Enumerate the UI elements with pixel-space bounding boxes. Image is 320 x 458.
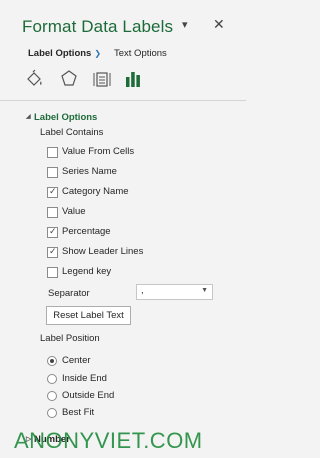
checkbox-label: Legend key — [62, 266, 112, 277]
radio-label: Outside End — [62, 390, 115, 401]
effects-icon[interactable] — [58, 68, 80, 90]
tab-label-options-label: Label Options — [28, 48, 92, 59]
pane-options-dropdown-icon[interactable]: ▾ — [182, 18, 188, 31]
watermark: ANONYVIET.COM — [14, 428, 203, 453]
tab-label-options[interactable]: Label Options ❯ — [28, 48, 101, 59]
radio-button[interactable] — [47, 408, 57, 418]
check-icon: ✓ — [49, 186, 57, 196]
format-data-labels-pane: Format Data Labels ▾ ✕ Label Options ❯ Te… — [0, 0, 246, 458]
radio-label: Inside End — [62, 373, 107, 384]
checkbox-label: Value From Cells — [62, 146, 135, 157]
separator-value: , — [141, 285, 144, 296]
radio-selected-dot — [50, 359, 54, 363]
collapse-triangle-icon: ◢ — [26, 114, 31, 120]
reset-label-text-label: Reset Label Text — [53, 310, 124, 321]
fill-line-icon[interactable] — [24, 68, 46, 90]
radio-button[interactable] — [47, 356, 57, 366]
radio-label: Best Fit — [62, 407, 95, 418]
size-properties-icon[interactable] — [91, 68, 113, 90]
checkbox-box[interactable] — [47, 267, 58, 278]
divider — [0, 100, 246, 101]
checkbox-box[interactable]: ✓ — [47, 246, 58, 258]
checkbox-label: Percentage — [62, 226, 111, 237]
checkbox-label: Series Name — [62, 166, 117, 177]
label-contains-heading: Label Contains — [40, 127, 104, 138]
checkbox-label: Show Leader Lines — [62, 246, 144, 257]
checkbox-label: Category Name — [62, 186, 129, 197]
close-icon[interactable]: ✕ — [213, 16, 225, 33]
chevron-down-icon: ❯ — [94, 49, 102, 58]
radio-button[interactable] — [47, 374, 57, 384]
checkbox-label: Value — [62, 206, 86, 217]
label-position-heading: Label Position — [40, 333, 100, 344]
label-options-section-header[interactable]: ◢ Label Options — [26, 112, 98, 123]
radio-button[interactable] — [47, 391, 57, 401]
reset-label-text-button[interactable]: Reset Label Text — [46, 306, 131, 325]
check-icon: ✓ — [49, 246, 57, 256]
label-options-section-title: Label Options — [34, 112, 98, 123]
dropdown-arrow-icon: ▼ — [201, 287, 208, 294]
tab-text-options[interactable]: Text Options — [114, 48, 167, 59]
checkbox-box[interactable]: ✓ — [47, 226, 58, 238]
checkbox-box[interactable] — [47, 167, 58, 178]
pane-title: Format Data Labels — [22, 17, 174, 36]
checkbox-box[interactable]: ✓ — [47, 186, 58, 198]
checkbox-box[interactable] — [47, 147, 58, 158]
separator-select[interactable]: , ▼ — [136, 284, 213, 300]
separator-label: Separator — [48, 288, 90, 299]
radio-label: Center — [62, 355, 91, 366]
check-icon: ✓ — [49, 226, 57, 236]
label-options-icon[interactable] — [122, 68, 144, 90]
checkbox-box[interactable] — [47, 207, 58, 218]
